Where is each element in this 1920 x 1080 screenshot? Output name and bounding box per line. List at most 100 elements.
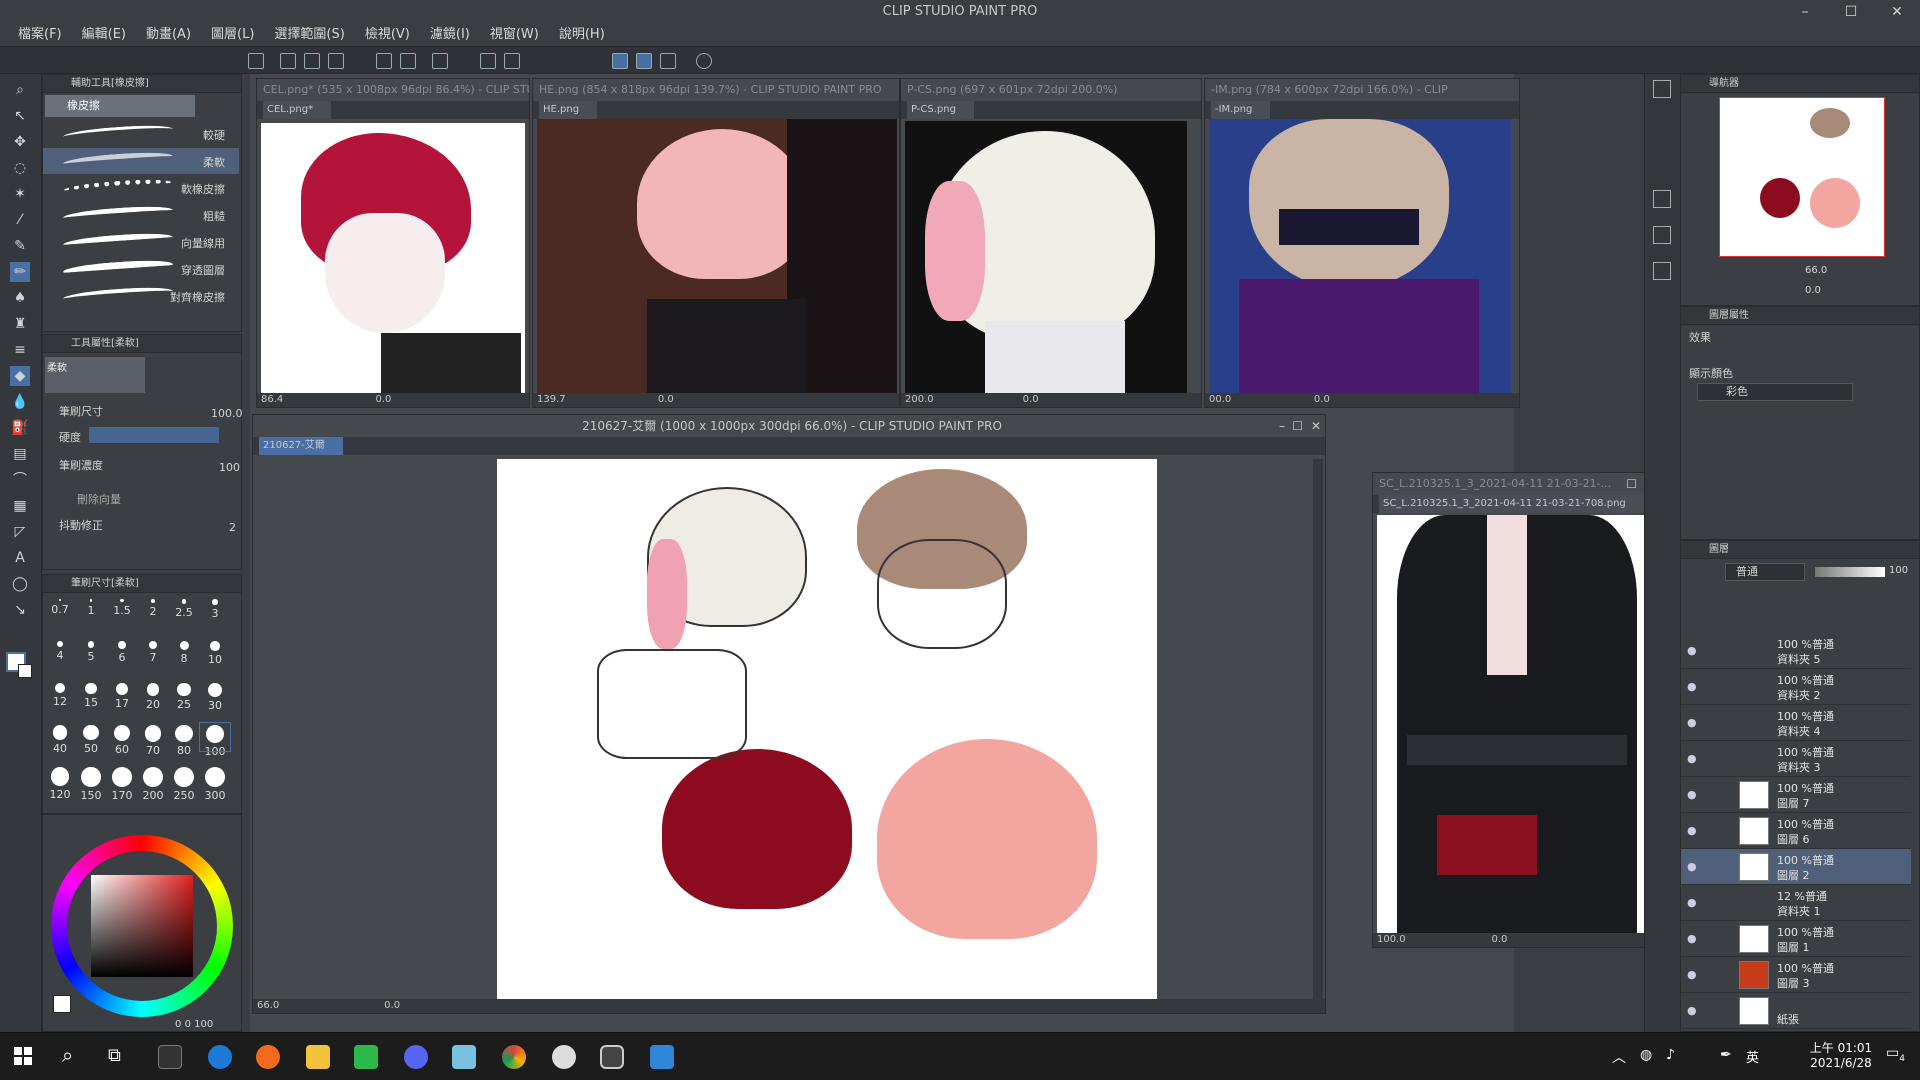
menu-help[interactable]: 說明(H) bbox=[549, 24, 615, 46]
layer-row[interactable]: ● 100 %普通 圖層 6 bbox=[1681, 813, 1911, 849]
brush-size-cell[interactable]: 250 bbox=[169, 765, 199, 802]
navigator-preview[interactable] bbox=[1719, 97, 1885, 257]
subtool-item-vector[interactable]: 向量線用 bbox=[43, 229, 239, 255]
subtool-item-all-layers[interactable]: 穿透圖層 bbox=[43, 256, 239, 282]
ruler-tool-icon[interactable]: ◸ bbox=[10, 522, 30, 542]
snap-grid-icon[interactable] bbox=[660, 53, 676, 69]
brush-tool-icon[interactable]: ♠ bbox=[10, 288, 30, 308]
color-swatch-small[interactable] bbox=[53, 995, 71, 1013]
canvas-image-pcs[interactable] bbox=[905, 121, 1187, 395]
navigator-zoom[interactable]: 66.0 bbox=[1805, 265, 1827, 276]
visibility-eye-icon[interactable]: ● bbox=[1687, 860, 1697, 873]
visibility-eye-icon[interactable]: ● bbox=[1687, 1004, 1697, 1017]
pen-icon[interactable]: ✒ bbox=[1720, 1047, 1732, 1063]
doc-tab[interactable]: -IM.png bbox=[1211, 101, 1271, 119]
clip-studio-paint-icon[interactable] bbox=[600, 1045, 624, 1069]
balloon-tool-icon[interactable]: ◯ bbox=[10, 574, 30, 594]
photos-icon[interactable] bbox=[650, 1045, 674, 1069]
menu-layer[interactable]: 圖層(L) bbox=[201, 24, 264, 46]
firefox-icon[interactable] bbox=[256, 1045, 280, 1069]
gradient-tool-icon[interactable]: ▤ bbox=[10, 444, 30, 464]
layer-row[interactable]: ● 100 %普通 圖層 7 bbox=[1681, 777, 1911, 813]
airbrush-icon[interactable]: ♜ bbox=[10, 314, 30, 334]
task-view-icon[interactable]: ⧉ bbox=[108, 1045, 121, 1066]
notification-icon[interactable]: ▭4 bbox=[1886, 1045, 1905, 1064]
correct-line-icon[interactable]: ↘ bbox=[10, 600, 30, 620]
canvas-image-im[interactable] bbox=[1209, 119, 1511, 395]
brush-size-cell[interactable]: 1.5 bbox=[107, 597, 137, 625]
open-file-icon[interactable] bbox=[304, 53, 320, 69]
pen-tool-icon[interactable]: ✎ bbox=[10, 236, 30, 256]
decoration-icon[interactable]: ≡ bbox=[10, 340, 30, 360]
navigator-angle[interactable]: 0.0 bbox=[1805, 285, 1821, 296]
blend-mode-select[interactable]: 普通 bbox=[1725, 563, 1805, 581]
brush-size-cell[interactable]: 0.7 bbox=[45, 597, 75, 625]
brush-size-cell[interactable]: 300 bbox=[200, 765, 230, 802]
brush-size-cell[interactable]: 15 bbox=[76, 681, 106, 709]
network-icon[interactable]: ◍ bbox=[1640, 1047, 1652, 1063]
close-button[interactable]: ✕ bbox=[1874, 0, 1920, 24]
visibility-eye-icon[interactable]: ● bbox=[1687, 644, 1697, 657]
subtool-item-soft-eraser[interactable]: 軟橡皮擦 bbox=[43, 175, 239, 201]
brush-size-cell[interactable]: 10 bbox=[200, 639, 230, 667]
auto-select-icon[interactable]: ✶ bbox=[10, 184, 30, 204]
save-icon[interactable] bbox=[328, 53, 344, 69]
brush-size-cell[interactable]: 4 bbox=[45, 639, 75, 667]
fill-tool-icon[interactable]: ⛽ bbox=[10, 418, 30, 438]
close-icon[interactable] bbox=[1653, 190, 1671, 208]
blend-tool-icon[interactable]: 💧 bbox=[10, 392, 30, 412]
app-icon[interactable] bbox=[452, 1045, 476, 1069]
visibility-eye-icon[interactable]: ● bbox=[1687, 716, 1697, 729]
subtool-item-hard[interactable]: 較硬 bbox=[43, 121, 239, 147]
minimize-button[interactable]: – bbox=[1782, 0, 1828, 24]
opacity-value[interactable]: 100 bbox=[1889, 565, 1908, 576]
visibility-eye-icon[interactable]: ● bbox=[1687, 824, 1697, 837]
stabilization-value[interactable]: 2 bbox=[229, 521, 236, 534]
brush-size-cell[interactable]: 120 bbox=[45, 765, 75, 801]
display-color-select[interactable]: 彩色 bbox=[1697, 383, 1853, 401]
visibility-eye-icon[interactable]: ● bbox=[1687, 968, 1697, 981]
clip-studio-icon[interactable] bbox=[552, 1045, 576, 1069]
help-icon[interactable] bbox=[696, 53, 712, 69]
hardness-slider[interactable] bbox=[89, 427, 219, 443]
brush-size-value[interactable]: 100.0 bbox=[211, 407, 243, 420]
eyedropper-icon[interactable]: ⁄ bbox=[10, 210, 30, 230]
brush-size-cell[interactable]: 17 bbox=[107, 681, 137, 710]
menu-view[interactable]: 檢視(V) bbox=[355, 24, 420, 46]
selection-tool-icon[interactable]: ◌ bbox=[10, 158, 30, 178]
layer-folder-row[interactable]: ● 12 %普通 資料夾 1 bbox=[1681, 885, 1911, 921]
fill-icon[interactable] bbox=[480, 53, 496, 69]
opacity-slider[interactable] bbox=[1815, 567, 1885, 577]
canvas-image-he[interactable] bbox=[537, 119, 897, 395]
layer-folder-row[interactable]: ● 100 %普通 資料夾 2 bbox=[1681, 669, 1911, 705]
brush-size-cell[interactable]: 25 bbox=[169, 681, 199, 711]
brush-size-cell[interactable]: 30 bbox=[200, 681, 230, 712]
subtool-group-tab[interactable]: 橡皮擦 bbox=[45, 95, 195, 117]
store-icon[interactable] bbox=[158, 1045, 182, 1069]
windows-start-icon[interactable] bbox=[14, 1047, 32, 1065]
layer-row[interactable]: ● 100 %普通 圖層 3 bbox=[1681, 957, 1911, 993]
menu-select[interactable]: 選擇範圍(S) bbox=[264, 24, 354, 46]
material-icon[interactable] bbox=[1653, 80, 1671, 98]
density-value[interactable]: 100 bbox=[219, 461, 240, 474]
maximize-button[interactable]: ☐ bbox=[1828, 0, 1874, 24]
volume-icon[interactable]: ♪ bbox=[1666, 1047, 1675, 1063]
saturation-value-square[interactable] bbox=[91, 875, 193, 977]
brush-size-cell[interactable]: 5 bbox=[76, 639, 106, 667]
pencil-tool-icon[interactable]: ✏ bbox=[10, 262, 30, 282]
transform-icon[interactable] bbox=[504, 53, 520, 69]
layer-folder-row[interactable]: ● 100 %普通 資料夾 3 bbox=[1681, 741, 1911, 777]
figure-tool-icon[interactable]: ⌒ bbox=[10, 470, 30, 490]
discord-icon[interactable] bbox=[404, 1045, 428, 1069]
brush-size-cell[interactable]: 2.5 bbox=[169, 597, 199, 625]
visibility-eye-icon[interactable]: ● bbox=[1687, 752, 1697, 765]
text-tool-icon[interactable]: A bbox=[10, 548, 30, 568]
brush-size-cell[interactable]: 7 bbox=[138, 639, 168, 667]
doc-tab[interactable]: P-CS.png bbox=[907, 101, 974, 119]
subtool-item-snap-eraser[interactable]: 對齊橡皮擦 bbox=[43, 283, 239, 309]
doc-maximize-button[interactable]: ☐ bbox=[1626, 477, 1637, 491]
chrome-icon[interactable] bbox=[502, 1045, 526, 1069]
sub-color-swatch[interactable] bbox=[18, 664, 32, 678]
canvas-main[interactable] bbox=[497, 459, 1157, 999]
menu-animation[interactable]: 動畫(A) bbox=[136, 24, 201, 46]
